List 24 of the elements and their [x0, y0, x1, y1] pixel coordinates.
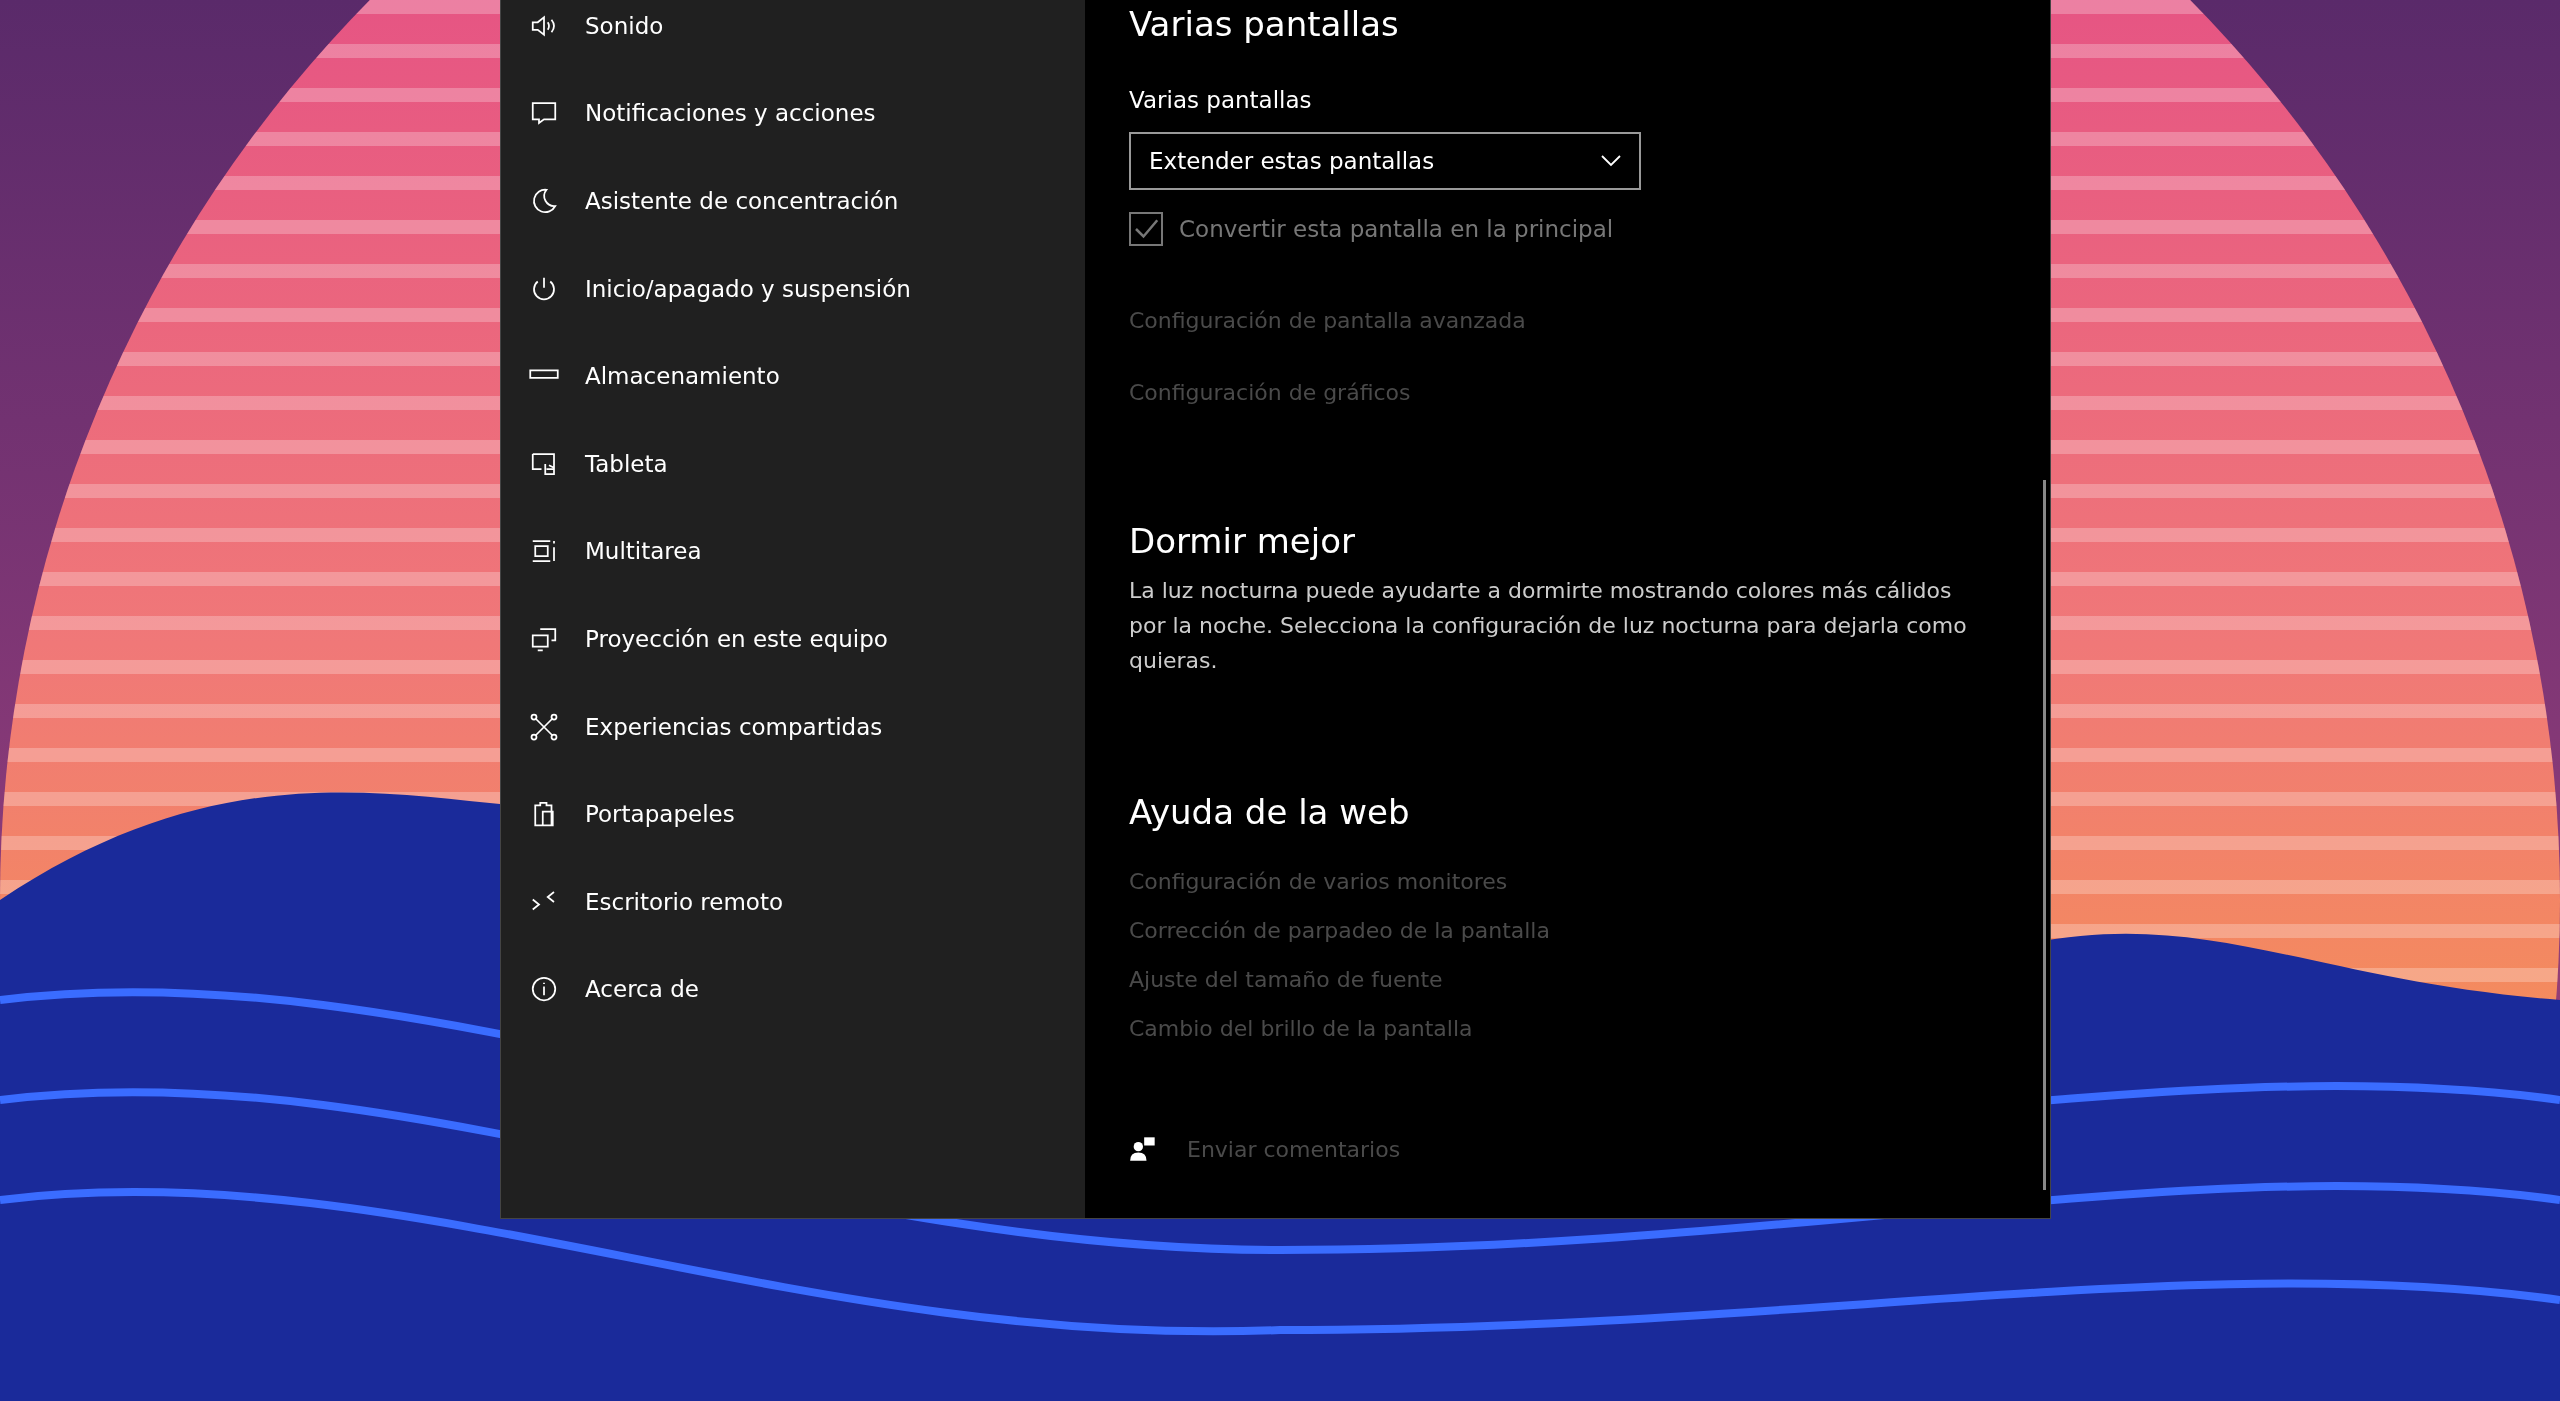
- sidebar-item[interactable]: Sonido: [501, 0, 1085, 70]
- display-mode-dropdown[interactable]: Extender estas pantallas: [1129, 132, 1641, 190]
- person-speech-icon: [1129, 1135, 1157, 1163]
- sidebar-item[interactable]: Inicio/apagado y suspensión: [501, 244, 1085, 333]
- sidebar-item[interactable]: Proyección en este equipo: [501, 595, 1085, 683]
- sidebar-item[interactable]: Experiencias compartidas: [501, 682, 1085, 771]
- section-heading: Ayuda de la web: [1129, 791, 1411, 834]
- sidebar-item[interactable]: Tableta: [501, 419, 1085, 508]
- section-heading: Dormir mejor: [1129, 520, 1356, 563]
- sidebar-item[interactable]: Acerca de: [501, 945, 1085, 1034]
- field-label: Varias pantallas: [1129, 87, 1313, 113]
- sidebar-item[interactable]: Escritorio remoto: [501, 857, 1085, 946]
- scrollbar[interactable]: [2043, 480, 2046, 1190]
- sidebar-item[interactable]: Notificaciones y acciones: [501, 69, 1085, 158]
- sidebar-item[interactable]: Almacenamiento: [501, 332, 1085, 420]
- sidebar-item[interactable]: Portapapeles: [501, 770, 1085, 858]
- sidebar-item[interactable]: Asistente de concentración: [501, 157, 1085, 245]
- description-text: La luz nocturna puede ayudarte a dormirte mostrando colores más cálidos por la noche. Selecciona la configuración de luz nocturna para dejarla como quieras.: [1129, 577, 1968, 675]
- nodes-icon: [529, 711, 559, 742]
- section-heading: Varias pantallas: [1129, 3, 1400, 46]
- sidebar-item[interactable]: Multitarea: [501, 507, 1085, 596]
- chevron-down-icon: [1601, 155, 1621, 167]
- drive-icon: [529, 369, 559, 380]
- checkbox-label: Convertir esta pantalla en la principal: [1179, 216, 1614, 242]
